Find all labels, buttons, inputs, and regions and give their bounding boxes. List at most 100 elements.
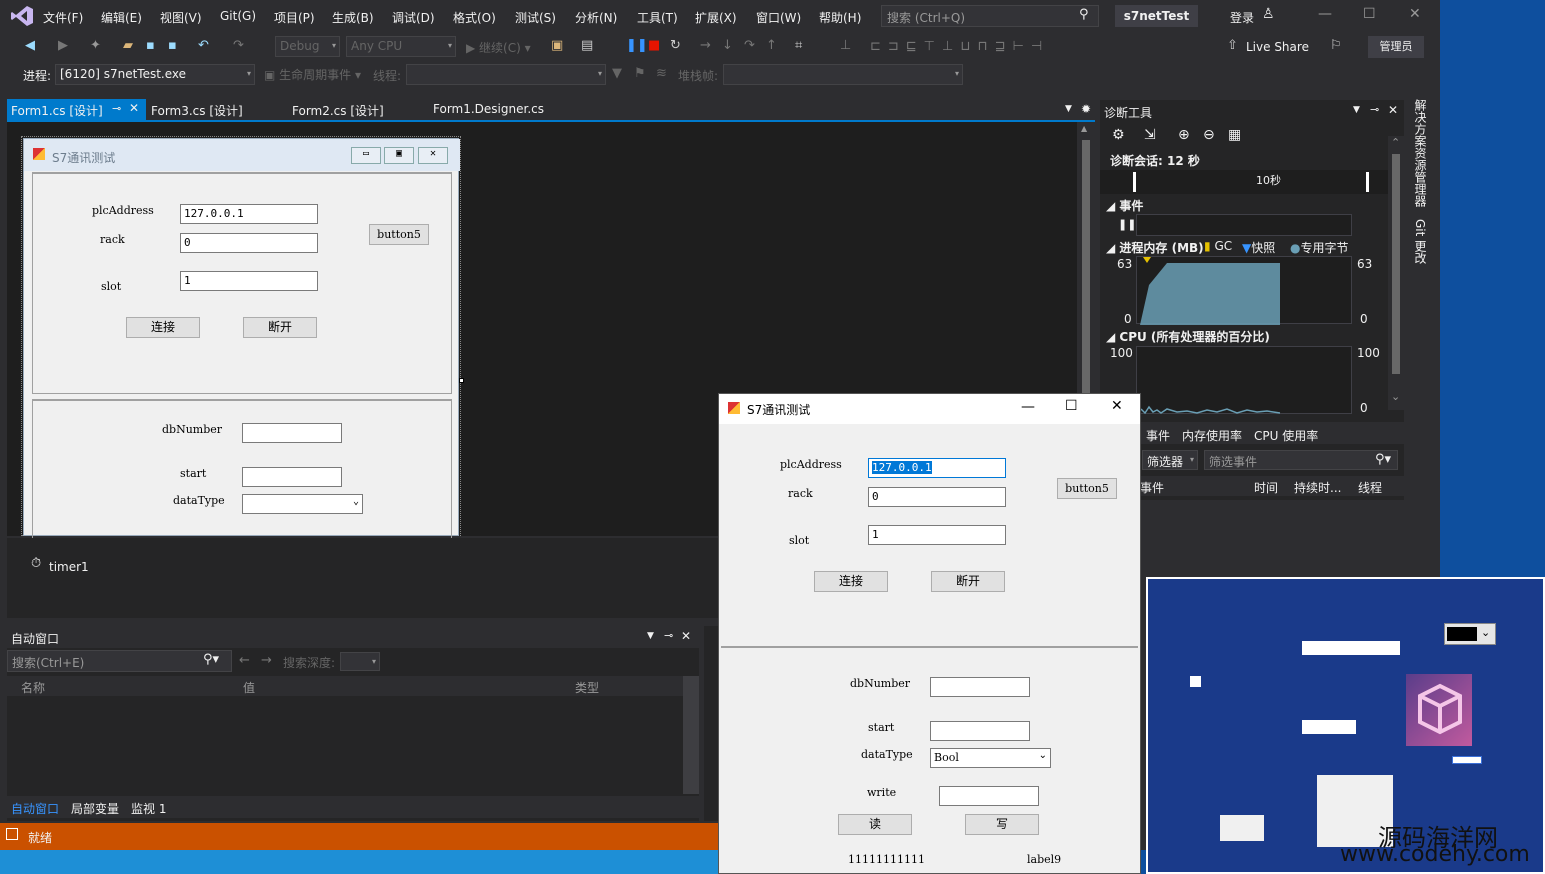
feedback-icon[interactable]: ⚐ <box>1330 39 1344 53</box>
stop-icon[interactable]: ■ <box>648 39 662 53</box>
search-depth-dropdown[interactable]: ▾ <box>340 652 380 671</box>
diag-menu-icon[interactable]: ▼ <box>1353 105 1360 115</box>
timer1-component[interactable]: timer1 <box>49 560 89 574</box>
tab-form2-design[interactable]: Form2.cs [设计] <box>288 99 388 121</box>
solution-explorer-tab[interactable]: 解决方案资源管理器 <box>1412 99 1429 207</box>
runtime-maximize-icon[interactable]: ☐ <box>1065 398 1078 414</box>
save-icon[interactable]: ▪ <box>146 39 160 53</box>
col-time[interactable]: 时间 <box>1254 479 1278 496</box>
new-project-icon[interactable]: ✦ <box>90 39 104 53</box>
tab-dropdown-icon[interactable]: ▼ <box>1065 104 1072 114</box>
menu-file[interactable]: 文件(F) <box>43 9 83 26</box>
back-icon[interactable]: ◀ <box>25 39 39 53</box>
autos-scrollbar[interactable] <box>683 676 699 794</box>
button5[interactable]: button5 <box>369 224 429 245</box>
diag-scrollbar[interactable]: ⌃ ⌄ <box>1388 136 1404 410</box>
diag-close-icon[interactable]: ✕ <box>1388 103 1398 117</box>
col-thread[interactable]: 线程 <box>1358 479 1382 496</box>
start-textbox[interactable] <box>242 467 342 487</box>
tab-watch1[interactable]: 监视 1 <box>131 800 166 817</box>
rt-button5[interactable]: button5 <box>1057 478 1117 499</box>
tab-events[interactable]: 事件 <box>1146 427 1170 444</box>
zoom-in-icon[interactable]: ⊕ <box>1178 127 1190 143</box>
tab-cpu-usage[interactable]: CPU 使用率 <box>1254 427 1318 444</box>
pin-icon[interactable]: ⊸ <box>112 102 121 115</box>
menu-help[interactable]: 帮助(H) <box>819 9 861 26</box>
autos-search-input[interactable]: 搜索(Ctrl+E) <box>7 650 232 672</box>
rt-write-textbox[interactable] <box>939 786 1039 806</box>
reset-view-icon[interactable]: ▦ <box>1228 127 1241 143</box>
diag-icon[interactable]: ▤ <box>581 39 595 53</box>
autos-forward-icon[interactable]: → <box>261 653 272 668</box>
tab-form3-design[interactable]: Form3.cs [设计] <box>147 99 247 121</box>
timeline-end-marker[interactable] <box>1366 172 1369 192</box>
tab-close-icon[interactable]: ✕ <box>129 101 139 115</box>
diag-pin-icon[interactable]: ⊸ <box>1370 103 1379 116</box>
autos-back-icon[interactable]: ← <box>239 653 250 668</box>
rt-connect-button[interactable]: 连接 <box>814 571 888 592</box>
rt-rack-textbox[interactable]: 0 <box>868 487 1006 507</box>
datatype-combobox[interactable]: ⌄ <box>242 494 363 514</box>
filter-search-icon[interactable]: ⚲▾ <box>1375 452 1391 467</box>
menu-view[interactable]: 视图(V) <box>160 9 202 26</box>
dbnumber-textbox[interactable] <box>242 423 342 443</box>
undo-icon[interactable]: ↶ <box>198 39 212 53</box>
minimize-icon[interactable]: — <box>1318 6 1332 22</box>
menu-project[interactable]: 项目(P) <box>274 9 315 26</box>
login-link[interactable]: 登录 <box>1230 9 1254 26</box>
flag-icon[interactable]: ⚑ <box>634 67 648 81</box>
menu-test[interactable]: 测试(S) <box>515 9 556 26</box>
pause-icon[interactable]: ❚❚ <box>626 39 648 53</box>
resize-handle[interactable] <box>459 378 464 383</box>
col-type[interactable]: 类型 <box>575 679 599 696</box>
connect-button[interactable]: 连接 <box>126 317 200 338</box>
col-duration[interactable]: 持续时... <box>1294 479 1341 496</box>
menu-debug[interactable]: 调试(D) <box>392 9 435 26</box>
slot-textbox[interactable]: 1 <box>180 271 318 291</box>
designer-form1[interactable]: S7通讯测试 ▭ ▣ ✕ plcAddress 127.0.0.1 rack 0… <box>23 138 460 539</box>
timeline-start-marker[interactable] <box>1133 172 1136 192</box>
menu-extensions[interactable]: 扩展(X) <box>695 9 737 26</box>
rt-read-button[interactable]: 读 <box>838 814 912 835</box>
disconnect-button[interactable]: 断开 <box>243 317 317 338</box>
rt-start-textbox[interactable] <box>930 721 1030 741</box>
tab-form1-design[interactable]: Form1.cs [设计] ⊸ ✕ <box>7 99 146 121</box>
bookmark-icon[interactable]: ⌗ <box>795 39 809 53</box>
menu-tools[interactable]: 工具(T) <box>637 9 678 26</box>
zoom-out-icon[interactable]: ⊖ <box>1203 127 1215 143</box>
config-dropdown[interactable]: Debug ▾ <box>275 36 340 57</box>
tab-locals[interactable]: 局部变量 <box>71 800 119 817</box>
step-into-icon[interactable]: ↓ <box>722 39 736 53</box>
menu-analyze[interactable]: 分析(N) <box>575 9 617 26</box>
rt-disconnect-button[interactable]: 断开 <box>931 571 1005 592</box>
autos-search-icon[interactable]: ⚲▾ <box>203 652 219 667</box>
col-value[interactable]: 值 <box>243 679 255 696</box>
autos-pin-icon[interactable]: ⊸ <box>664 629 673 642</box>
rack-textbox[interactable]: 0 <box>180 233 318 253</box>
col-name[interactable]: 名称 <box>21 679 45 696</box>
diag-export-icon[interactable]: ⇲ <box>1144 127 1156 143</box>
tab-memory-usage[interactable]: 内存使用率 <box>1182 427 1242 444</box>
menu-edit[interactable]: 编辑(E) <box>101 9 142 26</box>
forward-icon[interactable]: ▶ <box>58 39 72 53</box>
tab-form1-designer-cs[interactable]: Form1.Designer.cs <box>429 99 548 121</box>
lifecycle-events[interactable]: ▣ 生命周期事件 ▾ <box>264 66 361 83</box>
save-all-icon[interactable]: ▪ <box>168 39 182 53</box>
step-over-icon[interactable]: ↷ <box>744 39 758 53</box>
stackframe-dropdown[interactable]: ▾ <box>723 64 963 85</box>
diag-settings-icon[interactable]: ⚙ <box>1112 127 1125 143</box>
close-icon[interactable]: ✕ <box>1409 6 1421 22</box>
col-event[interactable]: 事件 <box>1140 479 1164 496</box>
scroll-up-icon[interactable]: ▲ <box>1081 124 1087 133</box>
menu-window[interactable]: 窗口(W) <box>756 9 801 26</box>
runtime-titlebar[interactable]: S7通讯测试 — ☐ ✕ <box>719 394 1140 424</box>
rt-plcaddress-textbox[interactable]: 127.0.0.1 <box>868 458 1006 478</box>
maximize-icon[interactable]: ☐ <box>1363 6 1376 22</box>
step-out-icon[interactable]: ↑ <box>766 39 780 53</box>
menu-format[interactable]: 格式(O) <box>453 9 496 26</box>
autos-close-icon[interactable]: ✕ <box>681 629 691 643</box>
step-icon[interactable]: → <box>700 39 714 53</box>
diag-timeline[interactable]: 10秒 <box>1100 170 1388 194</box>
thread-dropdown[interactable]: ▾ <box>406 64 606 85</box>
user-icon[interactable]: ♙ <box>1262 6 1275 22</box>
